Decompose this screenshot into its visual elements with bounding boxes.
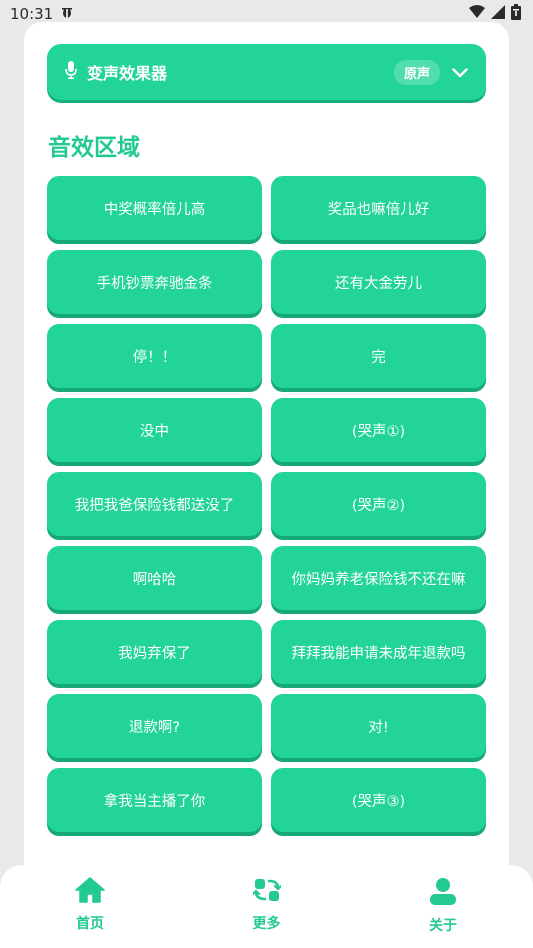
sound-button[interactable]: 我把我爸保险钱都送没了: [47, 472, 262, 536]
sound-button[interactable]: 退款啊?: [47, 694, 262, 758]
nav-item-about[interactable]: 关于: [413, 877, 473, 948]
nav-item-more[interactable]: 更多: [237, 877, 297, 948]
home-icon: [75, 877, 105, 907]
sound-button[interactable]: 没中: [47, 398, 262, 462]
nav-label-about: 关于: [429, 918, 457, 934]
nav-label-home: 首页: [76, 916, 104, 932]
sound-button[interactable]: 拿我当主播了你: [47, 768, 262, 832]
voice-changer-selector[interactable]: 变声效果器 原声: [47, 44, 486, 100]
sound-button[interactable]: 完: [271, 324, 486, 388]
sound-button[interactable]: 奖品也嘛倍儿好: [271, 176, 486, 240]
nav-label-more: 更多: [252, 916, 281, 932]
main-card: 变声效果器 原声 音效区域 中奖概率倍儿高 奖品也嘛倍儿好 手机钞票奔驰金条 还…: [24, 22, 509, 882]
sound-button[interactable]: 中奖概率倍儿高: [47, 176, 262, 240]
status-time: 10:31: [10, 5, 54, 23]
sound-button[interactable]: 我妈弃保了: [47, 620, 262, 684]
voice-changer-title: 变声效果器: [87, 64, 168, 83]
refresh-icon: [251, 877, 282, 907]
sound-button[interactable]: (哭声③): [271, 768, 486, 832]
battery-icon: [511, 4, 521, 24]
wifi-icon: [469, 5, 485, 23]
section-title: 音效区域: [48, 135, 140, 161]
sound-button[interactable]: 还有大金劳儿: [271, 250, 486, 314]
sound-button[interactable]: 对!: [271, 694, 486, 758]
voice-effect-value[interactable]: 原声: [393, 59, 440, 85]
sound-button[interactable]: 啊哈哈: [47, 546, 262, 610]
chevron-down-icon[interactable]: [452, 63, 468, 82]
user-icon: [429, 877, 457, 909]
sound-button[interactable]: 手机钞票奔驰金条: [47, 250, 262, 314]
sound-button[interactable]: 你妈妈养老保险钱不还在嘛: [271, 546, 486, 610]
sound-button[interactable]: (哭声①): [271, 398, 486, 462]
sound-button[interactable]: 拜拜我能申请未成年退款吗: [271, 620, 486, 684]
sound-button[interactable]: 停！！: [47, 324, 262, 388]
microphone-icon: [65, 61, 77, 83]
sound-button[interactable]: (哭声②): [271, 472, 486, 536]
bug-icon: [59, 4, 75, 24]
nav-item-home[interactable]: 首页: [60, 877, 120, 948]
sound-effect-grid: 中奖概率倍儿高 奖品也嘛倍儿好 手机钞票奔驰金条 还有大金劳儿 停！！ 完 没中…: [47, 176, 486, 832]
signal-icon: [491, 5, 505, 23]
bottom-nav: 首页 更多 关于: [0, 865, 533, 948]
